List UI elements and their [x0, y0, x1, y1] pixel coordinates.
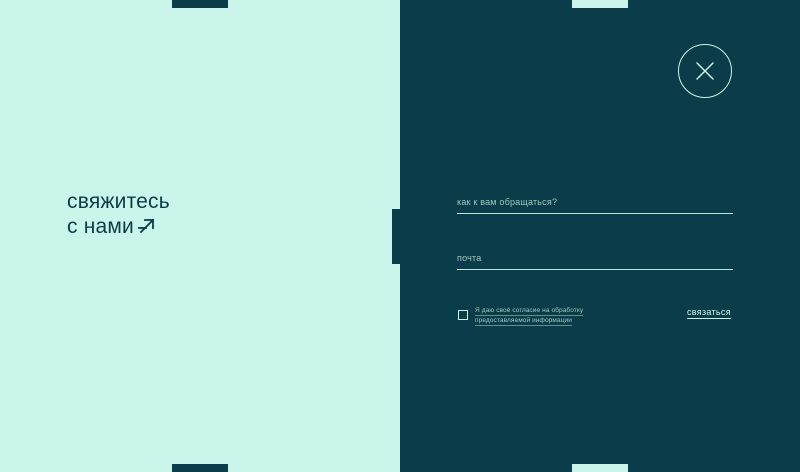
name-input[interactable]: [457, 197, 733, 213]
decor-block-top-right: [572, 0, 628, 8]
heading-line-1: свяжитесь: [67, 190, 170, 213]
heading-line-2-wrap: с нами: [67, 214, 170, 241]
consent-text[interactable]: Я даю своё согласие на обработку предост…: [475, 306, 584, 326]
submit-button[interactable]: связаться: [687, 307, 731, 319]
arrow-up-right-icon: [138, 216, 156, 241]
decor-side-tab: [392, 209, 400, 264]
heading-line-2: с нами: [67, 215, 134, 238]
contact-heading: свяжитесь с нами: [67, 189, 170, 241]
email-input[interactable]: [457, 253, 733, 269]
close-button[interactable]: [678, 44, 732, 98]
contact-form-panel: [400, 0, 800, 472]
consent-text-line-2: предоставляемой информации: [475, 317, 573, 326]
decor-block-bottom-left: [172, 464, 228, 472]
decor-block-top-left: [172, 0, 228, 8]
decor-block-bottom-right: [572, 464, 628, 472]
consent-text-line-1: Я даю своё согласие на обработку: [475, 307, 584, 316]
consent-checkbox[interactable]: [458, 310, 468, 320]
name-field-wrapper: [457, 192, 733, 214]
left-panel: [0, 0, 400, 472]
email-field-wrapper: [457, 248, 733, 270]
